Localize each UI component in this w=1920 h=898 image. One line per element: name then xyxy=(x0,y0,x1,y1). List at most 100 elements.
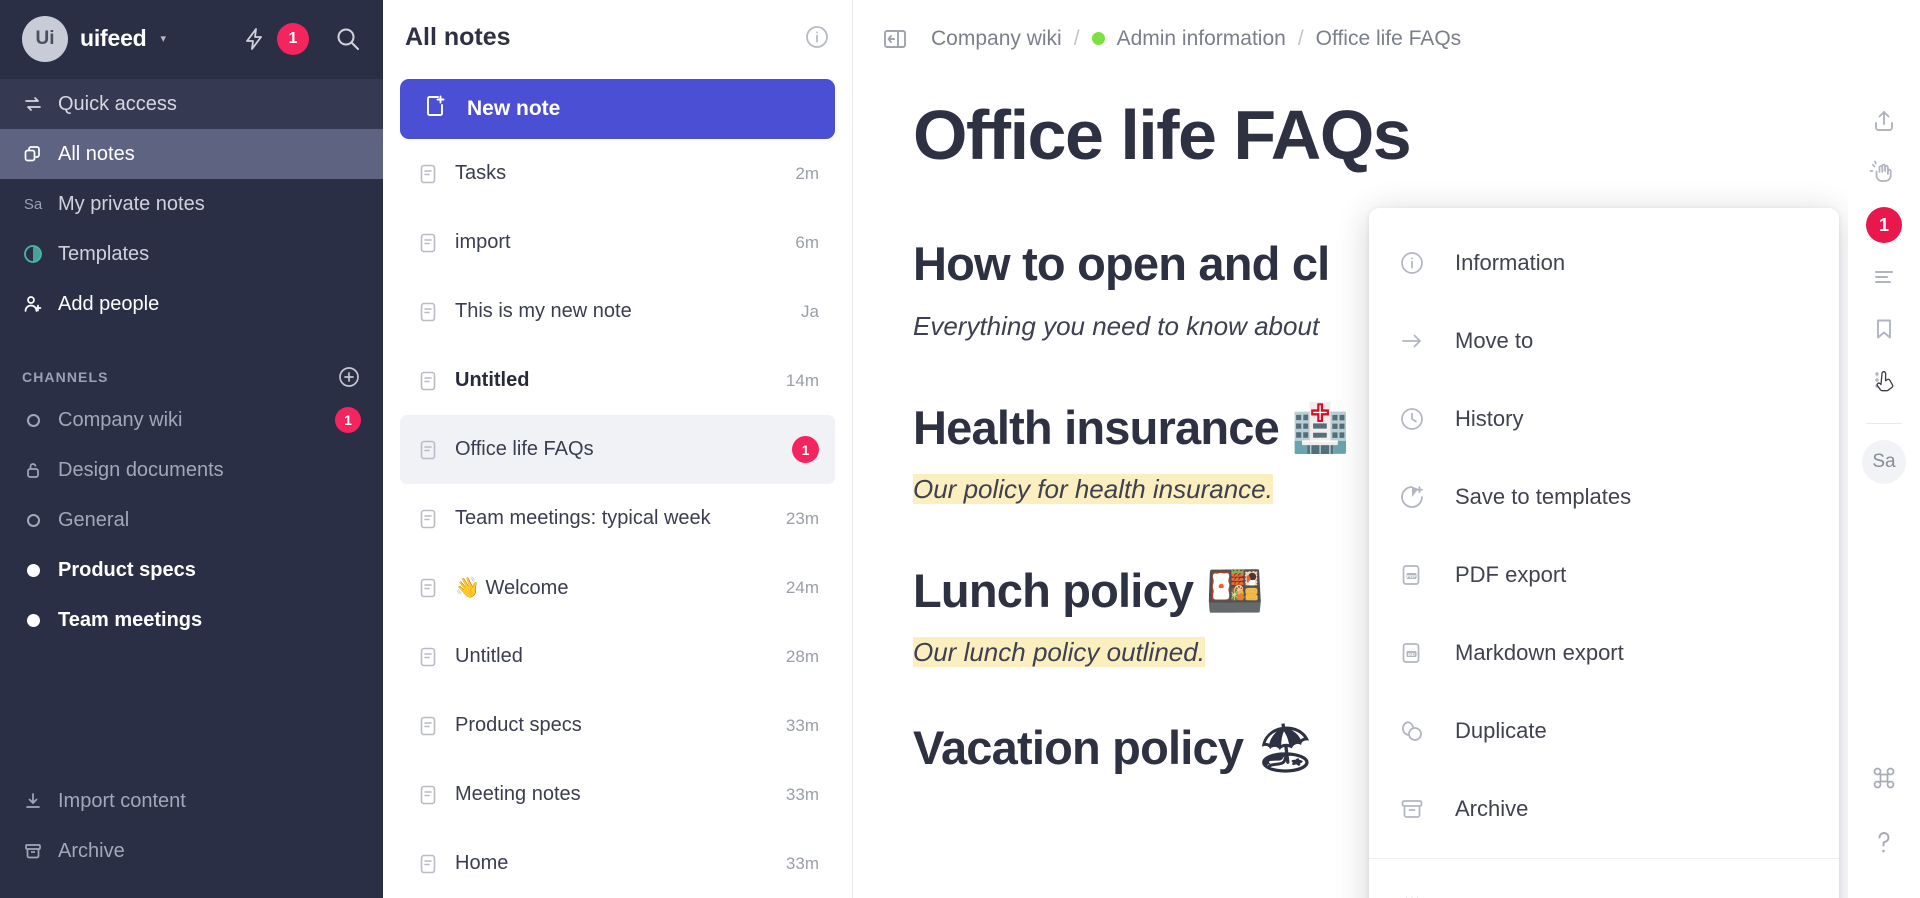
rail-bottom-actions xyxy=(1848,752,1920,898)
context-menu-item-history[interactable]: History xyxy=(1369,380,1839,458)
channel-item-general[interactable]: General xyxy=(0,495,383,545)
channel-item-team-meetings[interactable]: Team meetings xyxy=(0,595,383,645)
chevron-down-icon[interactable]: ▾ xyxy=(161,32,167,45)
workspace-name[interactable]: uifeed xyxy=(80,25,147,52)
note-list-item[interactable]: Untitled 28m xyxy=(400,622,835,691)
bookmark-icon[interactable] xyxy=(1848,303,1920,355)
save-template-icon xyxy=(1397,484,1427,510)
note-timestamp: 24m xyxy=(785,577,819,597)
workspace-avatar[interactable]: Ui xyxy=(22,15,68,62)
rail-divider xyxy=(1866,423,1902,424)
duplicate-icon xyxy=(1397,718,1427,744)
sidebar-item-archive[interactable]: Archive xyxy=(0,826,383,876)
note-timestamp: 33m xyxy=(785,853,819,873)
workspace-header: Ui uifeed ▾ 1 xyxy=(0,0,383,77)
lightning-bolt-icon[interactable] xyxy=(243,27,265,51)
template-circle-icon xyxy=(22,244,44,264)
add-person-icon xyxy=(22,294,44,314)
circle-outline-icon xyxy=(22,513,44,527)
channel-badge: 1 xyxy=(335,407,361,433)
channel-label: Design documents xyxy=(58,458,224,481)
context-menu-item-label: Duplicate xyxy=(1455,718,1547,743)
note-title: Home xyxy=(455,852,509,874)
channels-header: CHANNELS xyxy=(0,359,383,395)
context-menu-item-archive[interactable]: Archive xyxy=(1369,770,1839,848)
info-circle-icon xyxy=(1397,250,1427,276)
sidebar-item-label: All notes xyxy=(58,142,135,165)
notes-panel-header: All notes xyxy=(383,0,852,74)
breadcrumb-item-company-wiki[interactable]: Company wiki xyxy=(931,27,1062,51)
document-title[interactable]: Office life FAQs xyxy=(913,97,1860,174)
note-list-item[interactable]: Tasks 2m xyxy=(400,139,835,208)
note-title: Meeting notes xyxy=(455,783,581,805)
note-list-item[interactable]: 👋 Welcome 24m xyxy=(400,553,835,622)
copy-notes-icon xyxy=(22,144,44,164)
note-timestamp: 6m xyxy=(795,232,819,252)
context-menu-item-pdf-export[interactable]: PDF PDF export xyxy=(1369,536,1839,614)
note-list-item[interactable]: Home 33m xyxy=(400,829,835,898)
sidebar-bottom: Import content Archive xyxy=(0,776,383,898)
highlight-lunch[interactable]: Our lunch policy outlined. xyxy=(913,637,1205,667)
context-menu-item-information[interactable]: Information xyxy=(1369,224,1839,302)
right-rail: 1 Sa xyxy=(1848,0,1920,898)
notes-rows: Tasks 2m import 6m This is my new note Ja Unti… xyxy=(383,139,852,898)
context-menu-item-add-to-google-calendar[interactable]: 31 Add to a Google Calendar event xyxy=(1369,869,1839,898)
context-menu-item-markdown-export[interactable]: MD Markdown export xyxy=(1369,614,1839,692)
context-menu-item-duplicate[interactable]: Duplicate xyxy=(1369,692,1839,770)
context-menu-item-save-to-templates[interactable]: Save to templates xyxy=(1369,458,1839,536)
context-menu-item-label: PDF export xyxy=(1455,562,1567,587)
sidebar-item-all-notes[interactable]: All notes xyxy=(0,129,383,179)
sidebar-item-label: Templates xyxy=(58,242,150,265)
share-upload-icon[interactable] xyxy=(1848,95,1920,147)
sidebar-item-templates[interactable]: Templates xyxy=(0,229,383,279)
note-list-item[interactable]: Meeting notes 33m xyxy=(400,760,835,829)
question-mark-icon[interactable] xyxy=(1848,816,1920,868)
list-lines-icon[interactable] xyxy=(1848,251,1920,303)
note-file-icon xyxy=(418,853,438,875)
download-icon xyxy=(22,791,44,811)
channel-item-product-specs[interactable]: Product specs xyxy=(0,545,383,595)
note-title: 👋 Welcome xyxy=(455,577,569,599)
channel-item-company-wiki[interactable]: Company wiki 1 xyxy=(0,395,383,445)
note-title: Tasks xyxy=(455,162,507,184)
context-menu-item-move-to[interactable]: Move to xyxy=(1369,302,1839,380)
breadcrumb-separator: / xyxy=(1297,26,1304,50)
command-key-icon[interactable] xyxy=(1848,752,1920,804)
sidebar-item-import-content[interactable]: Import content xyxy=(0,776,383,826)
new-note-button[interactable]: New note xyxy=(400,79,835,139)
note-title: Office life FAQs xyxy=(455,438,594,460)
more-options-cursor-icon[interactable] xyxy=(1848,355,1920,407)
sidebar-item-add-people[interactable]: Add people xyxy=(0,279,383,329)
note-list-item[interactable]: This is my new note Ja xyxy=(400,277,835,346)
breadcrumb-item-admin-information[interactable]: Admin information xyxy=(1117,27,1286,51)
channel-label: General xyxy=(58,508,130,531)
sidebar-item-quick-access[interactable]: Quick access xyxy=(0,79,383,129)
note-list-item[interactable]: Office life FAQs 1 xyxy=(400,415,835,484)
note-list-item[interactable]: Product specs 33m xyxy=(400,691,835,760)
sidebar-item-my-private-notes[interactable]: Sa My private notes xyxy=(0,179,383,229)
note-file-icon xyxy=(418,232,438,254)
context-menu-item-label: Move to xyxy=(1455,328,1534,353)
channel-item-design-documents[interactable]: Design documents xyxy=(0,445,383,495)
note-list-item[interactable]: Untitled 14m xyxy=(400,346,835,415)
search-icon[interactable] xyxy=(335,26,361,52)
notes-list-panel: All notes New note Tasks 2m import 6m This i… xyxy=(383,0,853,898)
note-list-item[interactable]: Team meetings: typical week 23m xyxy=(400,484,835,553)
svg-text:MD: MD xyxy=(1408,652,1416,657)
breadcrumb-item-current[interactable]: Office life FAQs xyxy=(1316,27,1462,51)
note-timestamp: 2m xyxy=(795,163,819,183)
rail-avatar[interactable]: Sa xyxy=(1862,440,1906,484)
circle-filled-icon xyxy=(22,613,44,627)
plus-circle-icon[interactable] xyxy=(337,365,361,389)
rail-notification-badge[interactable]: 1 xyxy=(1848,199,1920,251)
note-timestamp: Ja xyxy=(801,301,819,321)
highlight-health[interactable]: Our policy for health insurance. xyxy=(913,474,1273,504)
clap-hand-icon[interactable] xyxy=(1848,147,1920,199)
note-timestamp: 33m xyxy=(785,784,819,804)
notification-badge[interactable]: 1 xyxy=(277,22,309,55)
circle-outline-icon xyxy=(22,413,44,427)
collapse-panel-icon[interactable] xyxy=(881,26,909,52)
channels-title: CHANNELS xyxy=(22,369,109,385)
note-list-item[interactable]: import 6m xyxy=(400,208,835,277)
info-circle-icon[interactable] xyxy=(804,24,830,50)
